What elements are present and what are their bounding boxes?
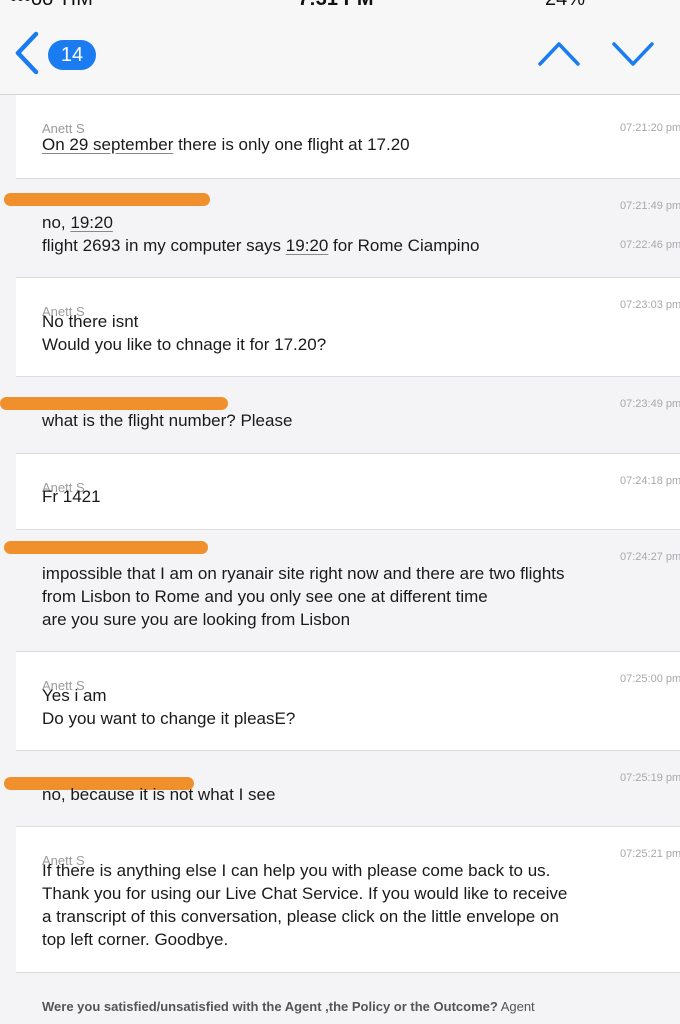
message-line: flight 2693 in my computer says 19:20 fo… [42,236,480,256]
customer-message: no, 19:20 07:21:49 pm flight 2693 in my co… [4,179,680,278]
agent-message: Anett S Yes i am 07:25:00 pm Do you want to… [16,652,680,751]
message-text: are you sure you are looking from Lisbon [42,610,351,629]
unread-count-badge[interactable]: 14 [48,40,96,70]
message-line: what is the flight number? Please [42,411,292,431]
customer-message: no, because it is not what I see 07:25:19… [4,751,680,827]
message-line: If there is anything else I can help you… [42,861,550,881]
message-line: from Lisbon to Rome and you only see one… [42,587,488,607]
message-timestamp: 07:25:19 pm [620,772,680,784]
message-line: On 29 september there is only one flight… [42,135,410,155]
redaction-mark [4,193,210,206]
message-timestamp: 07:22:46 pm [620,239,680,251]
carrier-label: •••oo TIM [10,0,93,10]
message-text: Yes i am [42,686,107,705]
redaction-mark [4,541,208,554]
message-line: no, because it is not what I see [42,785,275,805]
chat-transcript[interactable]: Anett S On 29 september there is only one… [0,95,680,1024]
feedback-footer: Were you satisfied/unsatisfied with the … [16,996,680,1024]
message-timestamp: 07:25:21 pm [620,848,680,860]
detected-data-link[interactable]: 19:20 [70,213,113,232]
back-button[interactable] [10,30,44,76]
status-bar: •••oo TIM 7:31 PM 24% [0,0,680,10]
message-text: Do you want to change it pleasE? [42,709,296,728]
message-text: from Lisbon to Rome and you only see one… [42,587,488,606]
agent-message: Anett S Fr 1421 07:24:18 pm [16,454,680,530]
message-line: a transcript of this conversation, pleas… [42,907,559,927]
next-message-button[interactable] [610,34,656,74]
message-text: a transcript of this conversation, pleas… [42,907,559,926]
message-line: top left corner. Goodbye. [42,930,228,950]
message-text: No there isnt [42,312,139,331]
message-timestamp: 07:23:03 pm [620,299,680,311]
detected-data-link[interactable]: On 29 september [42,135,173,154]
message-text: flight 2693 in my computer says [42,236,286,255]
clock: 7:31 PM [298,0,374,10]
agent-message: Anett S No there isnt 07:23:03 pm Would you… [16,278,680,377]
agent-message: Anett S If there is anything else I can h… [16,827,680,973]
customer-message: what is the flight number? Please 07:23:4… [0,377,680,454]
message-timestamp: 07:21:20 pm [620,122,680,134]
message-text: Thank you for using our Live Chat Servic… [42,884,568,903]
agent-message: Anett S On 29 september there is only one… [16,95,680,179]
message-timestamp: 07:24:18 pm [620,475,680,487]
message-line: No there isnt [42,312,138,332]
message-text: no, [42,213,71,232]
sender-name: Anett S [42,121,85,136]
message-line: are you sure you are looking from Lisbon [42,610,350,630]
chevron-down-icon [612,42,654,66]
message-line: impossible that I am on ryanair site rig… [42,564,565,584]
message-text: for Rome Ciampino [328,236,480,255]
message-text: top left corner. Goodbye. [42,930,229,949]
message-line: Do you want to change it pleasE? [42,709,295,729]
message-text: what is the flight number? Please [42,411,293,430]
feedback-text: Were you satisfied/unsatisfied with the … [42,999,535,1014]
redaction-mark [0,397,228,410]
message-line: Fr 1421 [42,487,101,507]
message-timestamp: 07:24:27 pm [620,551,680,563]
message-text: no, because it is not what I see [42,785,276,804]
message-text: Would you like to chnage it for 17.20? [42,335,327,354]
message-text: If there is anything else I can help you… [42,861,551,880]
message-line: no, 19:20 [42,213,113,233]
customer-message: impossible that I am on ryanair site rig… [4,530,680,652]
battery-label: 24% [545,0,585,10]
message-line: Yes i am [42,686,107,706]
feedback-question: Were you satisfied/unsatisfied with the … [42,999,498,1014]
message-text: there is only one flight at 17.20 [173,135,410,154]
chevron-up-icon [538,42,580,66]
previous-message-button[interactable] [536,34,582,74]
feedback-answer: Agent [497,999,535,1014]
message-text: impossible that I am on ryanair site rig… [42,564,565,583]
chevron-left-icon [15,31,39,75]
detected-data-link[interactable]: 19:20 [286,236,329,255]
nav-bar: 14 [0,10,680,95]
message-line: Thank you for using our Live Chat Servic… [42,884,567,904]
message-line: Would you like to chnage it for 17.20? [42,335,326,355]
message-timestamp: 07:21:49 pm [620,200,680,212]
message-timestamp: 07:25:00 pm [620,673,680,685]
message-text: Fr 1421 [42,487,101,506]
message-timestamp: 07:23:49 pm [620,398,680,410]
